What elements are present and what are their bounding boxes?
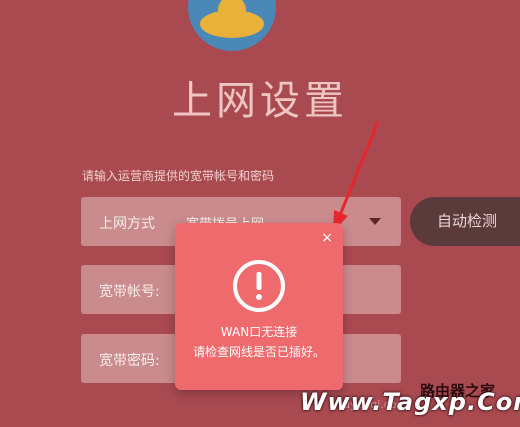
- watermark-main: Www.Tagxp.Com: [300, 388, 520, 416]
- error-dialog: × WAN口无连接 请检查网线是否已插好。: [175, 223, 343, 390]
- error-message: 请检查网线是否已插好。: [192, 345, 325, 359]
- close-icon[interactable]: ×: [321, 230, 333, 246]
- alert-icon: [233, 260, 285, 312]
- error-title: WAN口无连接: [220, 325, 298, 339]
